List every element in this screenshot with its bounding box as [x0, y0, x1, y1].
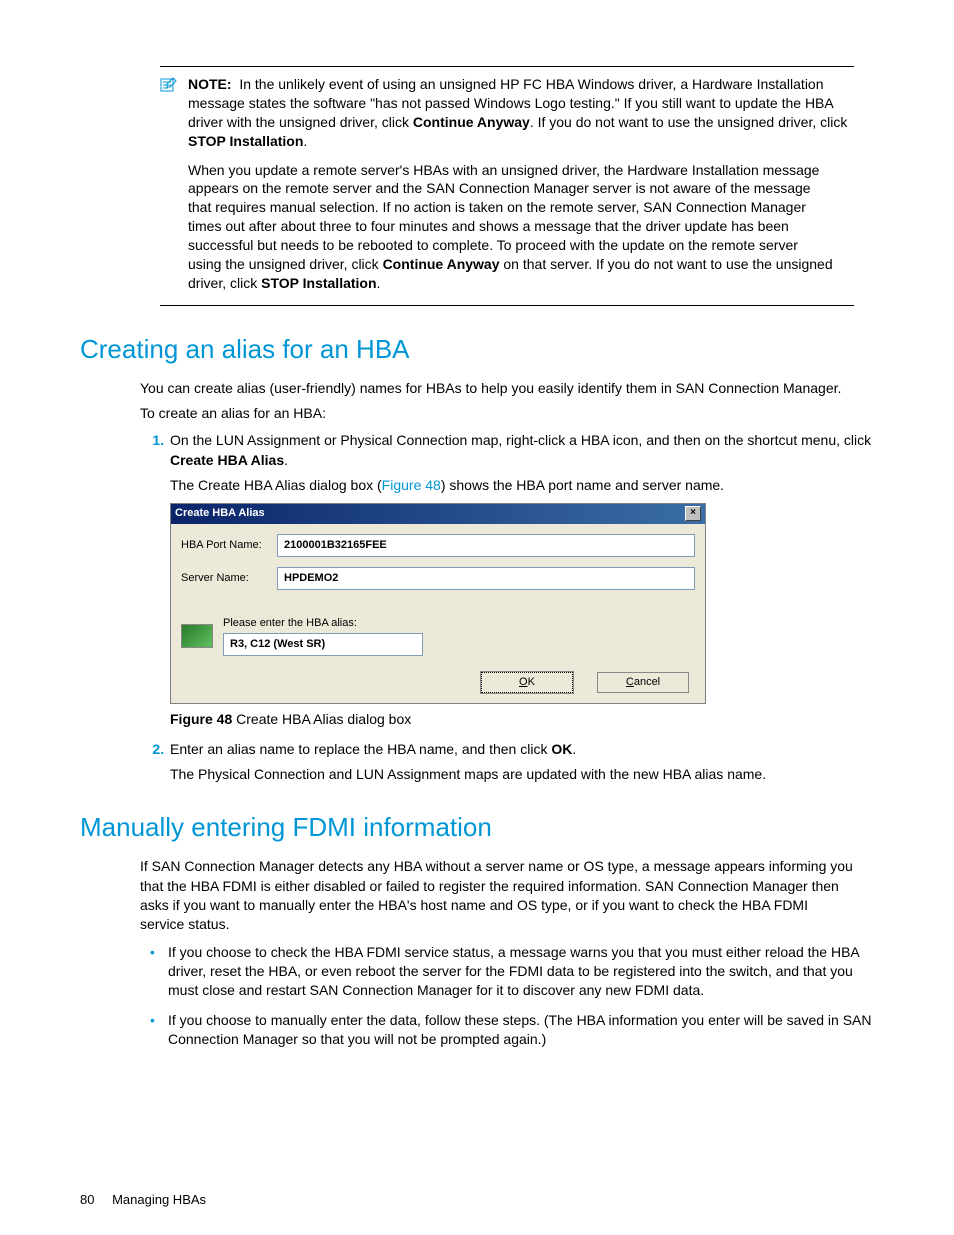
server-name-label: Server Name: — [181, 571, 277, 586]
note-body: NOTE: In the unlikely event of using an … — [188, 75, 854, 151]
figure-48-label: Figure 48 — [170, 711, 232, 727]
step1-after-a: The Create HBA Alias dialog box ( — [170, 477, 382, 493]
ok-button[interactable]: OK — [481, 672, 573, 693]
create-lead: To create an alias for an HBA: — [140, 404, 854, 423]
fdmi-bullet-1: If you choose to check the HBA FDMI serv… — [168, 943, 874, 1001]
heading-fdmi: Manually entering FDMI information — [80, 812, 874, 843]
figure-48-text: Create HBA Alias dialog box — [232, 711, 411, 727]
server-name-field[interactable]: HPDEMO2 — [277, 567, 695, 590]
create-intro: You can create alias (user-friendly) nam… — [140, 379, 854, 398]
dialog-titlebar: Create HBA Alias × — [171, 504, 705, 523]
step-1: On the LUN Assignment or Physical Connec… — [168, 431, 874, 729]
note-p2-b1: Continue Anyway — [383, 256, 500, 272]
note-p2-b2: STOP Installation — [261, 275, 376, 291]
step2-a: Enter an alias name to replace the HBA n… — [170, 741, 551, 757]
step-2: Enter an alias name to replace the HBA n… — [168, 740, 874, 785]
note-rule-top — [160, 66, 854, 67]
step2-b: OK — [551, 741, 572, 757]
step2-c: . — [572, 741, 576, 757]
note-label: NOTE: — [188, 76, 232, 92]
note-p1-c: . If you do not want to use the unsigned… — [530, 114, 848, 130]
alias-input[interactable]: R3, C12 (West SR) — [223, 633, 423, 656]
note-p2-d: . — [377, 275, 381, 291]
note-icon — [160, 77, 182, 96]
step1-c: . — [284, 452, 288, 468]
note-p1-b2: STOP Installation — [188, 133, 303, 149]
hba-port-name-field[interactable]: 2100001B32165FEE — [277, 534, 695, 557]
note-block: NOTE: In the unlikely event of using an … — [160, 66, 854, 306]
alias-prompt: Please enter the HBA alias: — [223, 616, 695, 631]
step1-b: Create HBA Alias — [170, 452, 284, 468]
hba-icon — [181, 624, 213, 648]
note-rule-bottom — [160, 305, 854, 306]
hba-port-name-label: HBA Port Name: — [181, 538, 277, 553]
dialog-title: Create HBA Alias — [175, 506, 265, 521]
heading-create-alias: Creating an alias for an HBA — [80, 334, 874, 365]
step2-after: The Physical Connection and LUN Assignme… — [170, 765, 874, 784]
step1-a: On the LUN Assignment or Physical Connec… — [170, 432, 871, 448]
create-hba-alias-dialog: Create HBA Alias × HBA Port Name: 210000… — [170, 503, 706, 704]
footer-section: Managing HBAs — [112, 1192, 206, 1207]
fdmi-bullet-2: If you choose to manually enter the data… — [168, 1011, 874, 1050]
cancel-button[interactable]: Cancel — [597, 672, 689, 693]
page-number: 80 — [80, 1192, 94, 1207]
dialog-close-button[interactable]: × — [685, 506, 701, 521]
figure-48-ref[interactable]: Figure 48 — [382, 477, 441, 493]
page-footer: 80 Managing HBAs — [80, 1192, 206, 1207]
note-p1-b1: Continue Anyway — [413, 114, 530, 130]
note-p1-d: . — [303, 133, 307, 149]
step1-after-b: ) shows the HBA port name and server nam… — [441, 477, 724, 493]
fdmi-intro: If SAN Connection Manager detects any HB… — [140, 857, 854, 934]
figure-48-caption: Figure 48 Create HBA Alias dialog box — [170, 710, 874, 729]
